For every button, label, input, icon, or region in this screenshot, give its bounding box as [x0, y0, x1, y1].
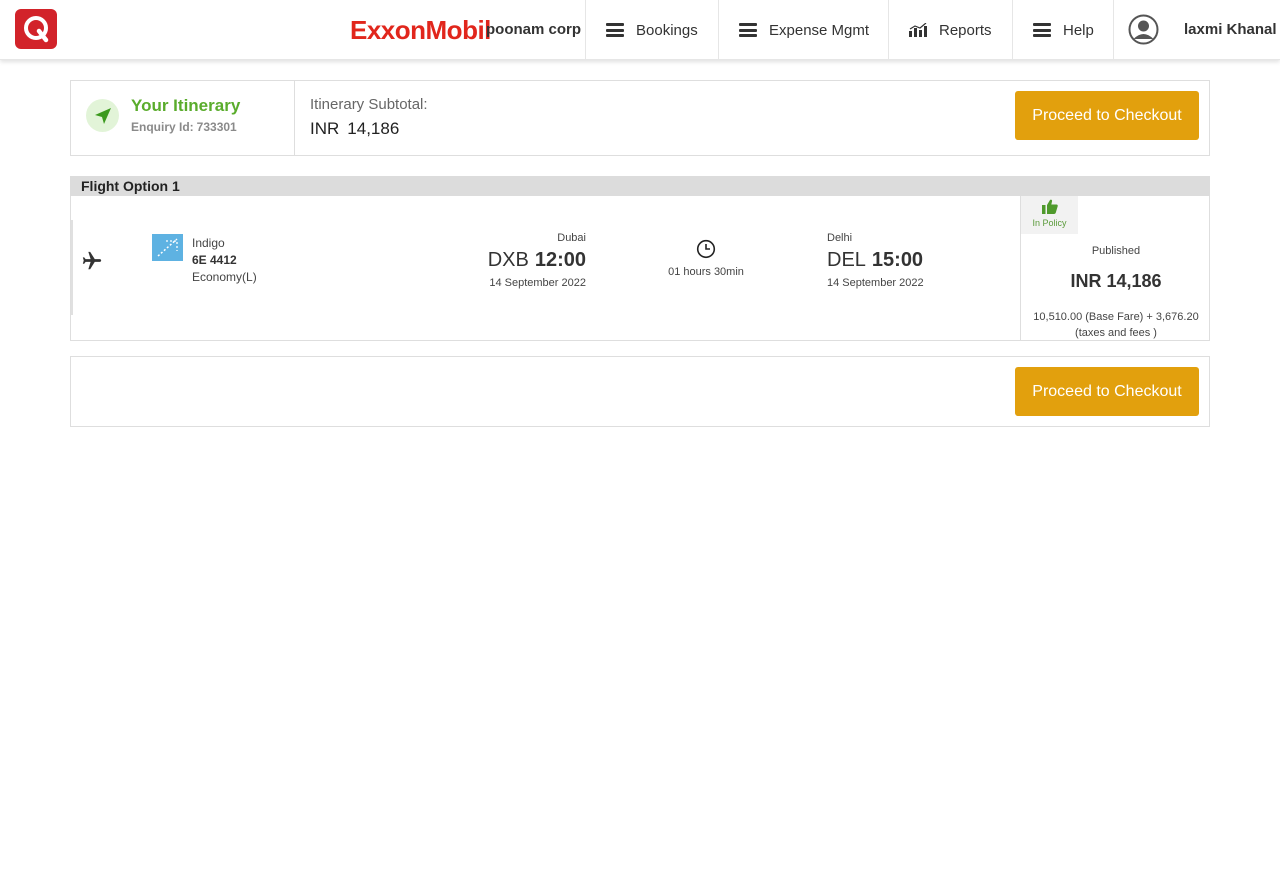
flight-duration: 01 hours 30min: [668, 266, 744, 278]
navigation-arrow-icon: [86, 99, 119, 132]
itinerary-title: Your Itinerary: [131, 96, 241, 115]
q-logo-icon: [24, 16, 49, 43]
arrival-city: Delhi: [827, 232, 853, 244]
flight-card[interactable]: Indigo 6E 4412 Economy(L) Dubai DXB 12:00…: [70, 196, 1210, 341]
indigo-logo-icon: [152, 234, 183, 261]
nav-bookings-label: Bookings: [636, 21, 698, 39]
enquiry-id-value: 733301: [196, 120, 237, 134]
arrival-code: DEL: [827, 249, 866, 271]
airplane-icon: [82, 251, 102, 270]
proceed-to-checkout-button[interactable]: Proceed to Checkout: [1015, 91, 1199, 140]
fare-breakdown-taxes: (taxes and fees ): [1075, 327, 1157, 339]
fare-breakdown: 10,510.00 (Base Fare) + 3,676.20 (taxes …: [1026, 309, 1206, 341]
policy-badge: In Policy: [1021, 196, 1078, 234]
itinerary-header: Your Itinerary Enquiry Id: 733301: [71, 81, 295, 155]
price-amount: 14,186: [1106, 271, 1162, 291]
subtotal-amount: 14,186: [347, 119, 400, 138]
nav-reports-label: Reports: [939, 21, 992, 39]
arrival-time: DEL 15:00: [827, 249, 923, 272]
cabin-class: Economy(L): [192, 270, 257, 284]
subtotal-label: Itinerary Subtotal:: [310, 96, 428, 113]
brand-name: ExxonMobil: [350, 14, 491, 45]
departure-code: DXB: [487, 249, 529, 271]
thumbs-up-icon: [1042, 199, 1058, 214]
airline-name: Indigo: [192, 236, 225, 250]
nav-help-label: Help: [1063, 21, 1094, 39]
arrival-date: 14 September 2022: [827, 277, 924, 289]
departure-city: Dubai: [557, 232, 586, 244]
flight-option-title: Flight Option 1: [81, 178, 180, 194]
fare-breakdown-base: 10,510.00 (Base Fare) + 3,676.20: [1033, 311, 1199, 323]
enquiry-id: Enquiry Id: 733301: [131, 120, 237, 134]
subtotal-currency: INR: [310, 119, 340, 138]
menu-icon: [606, 23, 624, 37]
flight-option-header: Flight Option 1: [70, 176, 1210, 196]
checkout-footer: Proceed to Checkout: [70, 356, 1210, 427]
nav-help[interactable]: Help: [1012, 0, 1114, 60]
departure-clock: 12:00: [534, 249, 586, 271]
top-header: ExxonMobil poonam corp Bookings Expense …: [0, 0, 1280, 60]
flight-price: INR 14,186: [1021, 271, 1211, 292]
flight-number: 6E 4412: [192, 253, 237, 267]
policy-status: In Policy: [1032, 218, 1067, 228]
nav-reports[interactable]: Reports: [888, 0, 1013, 60]
proceed-to-checkout-button-bottom[interactable]: Proceed to Checkout: [1015, 367, 1199, 416]
subtotal-value: INR 14,186: [310, 119, 399, 139]
price-currency: INR: [1070, 271, 1102, 291]
corp-name: poonam corp: [486, 21, 582, 38]
user-avatar-icon[interactable]: [1128, 14, 1159, 45]
arrival-clock: 15:00: [871, 249, 924, 271]
nav-expense-mgmt[interactable]: Expense Mgmt: [718, 0, 889, 60]
itinerary-summary: Your Itinerary Enquiry Id: 733301 Itinera…: [70, 80, 1210, 156]
departure-date: 14 September 2022: [489, 277, 586, 289]
departure-time: DXB 12:00: [471, 249, 586, 272]
fare-type: Published: [1091, 245, 1141, 257]
enquiry-id-label: Enquiry Id:: [131, 120, 194, 134]
menu-icon: [1033, 23, 1051, 37]
nav-bookings[interactable]: Bookings: [585, 0, 719, 60]
bar-chart-icon: [909, 23, 927, 37]
clock-icon: [696, 239, 716, 259]
price-column: In Policy Published INR 14,186 10,510.00 …: [1020, 196, 1210, 341]
nav-expense-label: Expense Mgmt: [769, 21, 870, 39]
menu-icon: [739, 23, 757, 37]
card-divider: [71, 220, 73, 315]
app-logo[interactable]: [15, 9, 57, 49]
company-logo: ExxonMobil: [350, 14, 491, 46]
user-name[interactable]: laxmi Khanal: [1184, 21, 1277, 38]
